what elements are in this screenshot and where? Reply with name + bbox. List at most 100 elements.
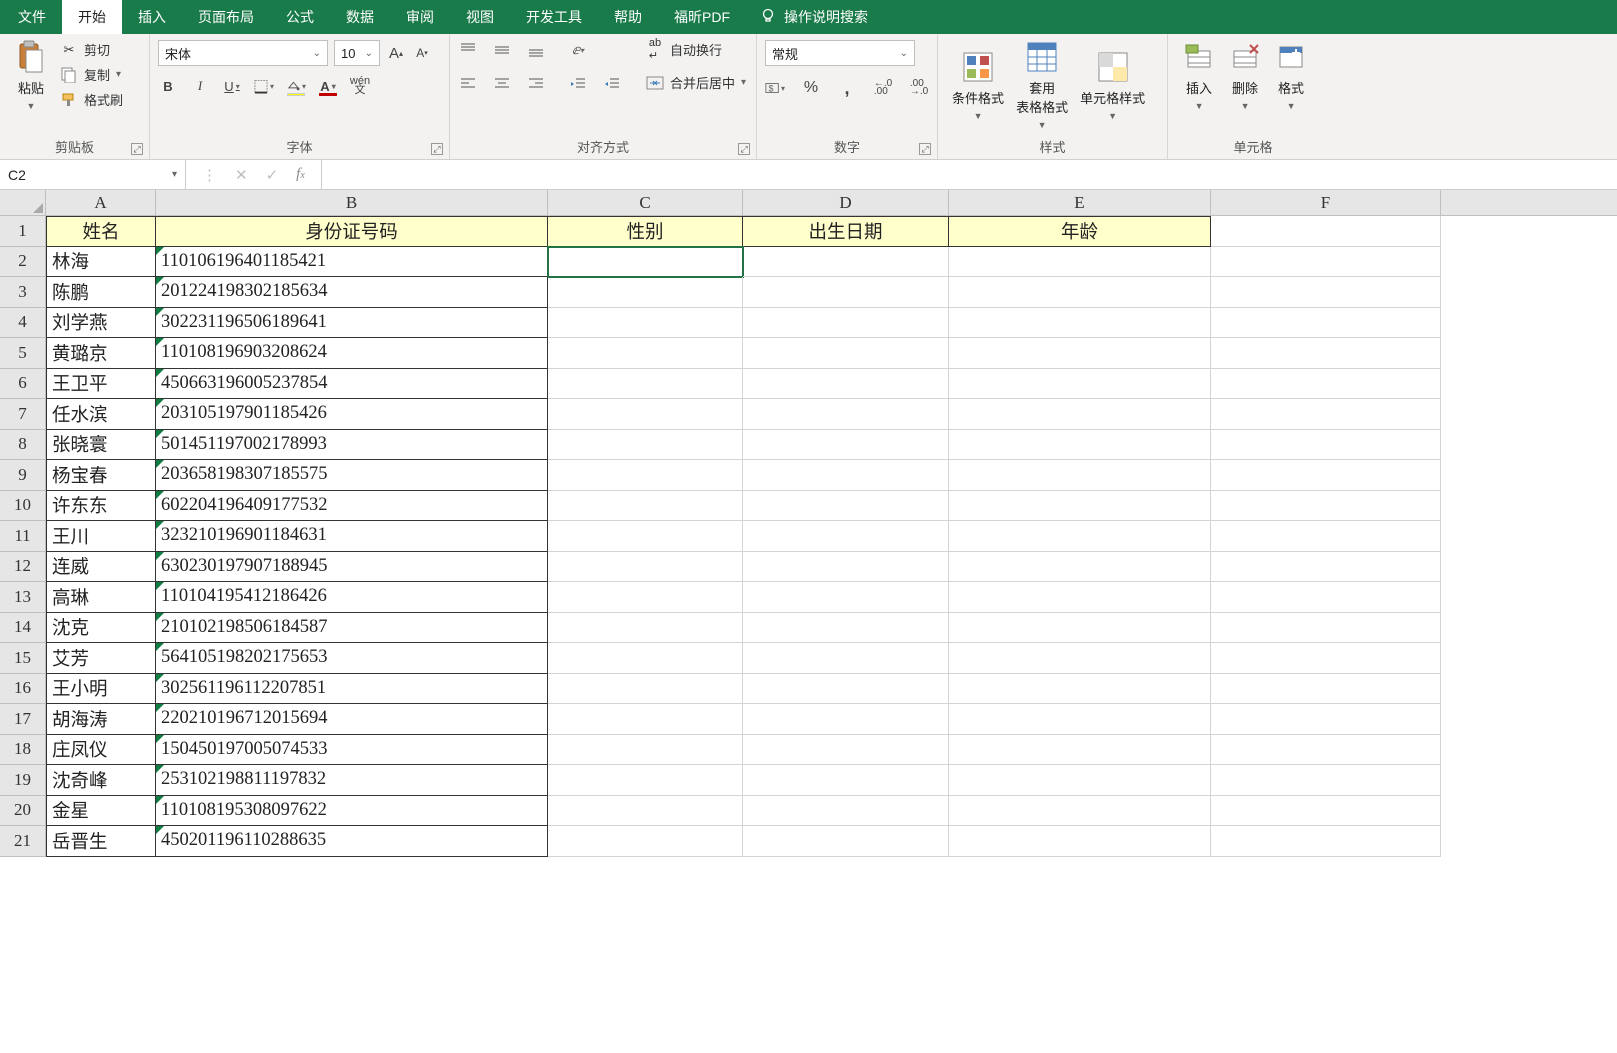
align-top-button[interactable]: [458, 40, 478, 60]
dialog-launcher-icon[interactable]: ⤢: [131, 143, 143, 155]
orientation-button[interactable]: ⅇ▾: [568, 40, 588, 60]
cell[interactable]: 张晓寰: [46, 430, 156, 461]
row-header[interactable]: 12: [0, 552, 46, 583]
cell[interactable]: [949, 674, 1211, 705]
cell[interactable]: 602204196409177532: [156, 491, 548, 522]
cell[interactable]: 岳晋生: [46, 826, 156, 857]
tab-home[interactable]: 开始: [62, 0, 122, 34]
cell[interactable]: [949, 491, 1211, 522]
column-header-b[interactable]: B: [156, 190, 548, 215]
conditional-formatting-button[interactable]: 条件格式 ▼: [946, 40, 1010, 130]
cell[interactable]: [1211, 796, 1441, 827]
cell[interactable]: 253102198811197832: [156, 765, 548, 796]
cell[interactable]: 450663196005237854: [156, 369, 548, 400]
cell[interactable]: 450201196110288635: [156, 826, 548, 857]
font-color-button[interactable]: A▾: [318, 76, 338, 96]
cell[interactable]: [1211, 735, 1441, 766]
cell[interactable]: [1211, 491, 1441, 522]
cell[interactable]: [548, 430, 743, 461]
row-header[interactable]: 9: [0, 460, 46, 491]
cell[interactable]: [743, 765, 949, 796]
row-header[interactable]: 6: [0, 369, 46, 400]
cell[interactable]: 203658198307185575: [156, 460, 548, 491]
cell[interactable]: [743, 552, 949, 583]
merge-center-button[interactable]: 合并后居中 ▾: [644, 73, 748, 92]
cell[interactable]: [548, 643, 743, 674]
increase-font-button[interactable]: A▴: [386, 43, 406, 63]
cell[interactable]: [548, 796, 743, 827]
column-header-c[interactable]: C: [548, 190, 743, 215]
align-center-button[interactable]: [492, 74, 512, 94]
cell[interactable]: [743, 674, 949, 705]
cell[interactable]: [949, 826, 1211, 857]
cell[interactable]: 王卫平: [46, 369, 156, 400]
cell[interactable]: [743, 247, 949, 278]
cell[interactable]: [1211, 552, 1441, 583]
italic-button[interactable]: I: [190, 76, 210, 96]
cell[interactable]: [949, 582, 1211, 613]
row-header[interactable]: 7: [0, 399, 46, 430]
cell[interactable]: [743, 399, 949, 430]
tab-data[interactable]: 数据: [330, 0, 390, 34]
cell[interactable]: [1211, 369, 1441, 400]
cell[interactable]: [949, 643, 1211, 674]
cell[interactable]: [743, 491, 949, 522]
row-header[interactable]: 8: [0, 430, 46, 461]
row-header[interactable]: 10: [0, 491, 46, 522]
cell[interactable]: 杨宝春: [46, 460, 156, 491]
cell[interactable]: [743, 643, 949, 674]
cell[interactable]: [949, 308, 1211, 339]
cell[interactable]: [949, 735, 1211, 766]
cell[interactable]: [548, 247, 743, 278]
cell[interactable]: [1211, 765, 1441, 796]
cell[interactable]: 任水滨: [46, 399, 156, 430]
cell[interactable]: 110104195412186426: [156, 582, 548, 613]
cell[interactable]: 210102198506184587: [156, 613, 548, 644]
cell[interactable]: [548, 826, 743, 857]
cell[interactable]: [743, 613, 949, 644]
tab-developer[interactable]: 开发工具: [510, 0, 598, 34]
accounting-format-button[interactable]: $▾: [765, 78, 785, 98]
cell[interactable]: [548, 399, 743, 430]
dialog-launcher-icon[interactable]: ⤢: [738, 143, 750, 155]
row-header[interactable]: 13: [0, 582, 46, 613]
cell[interactable]: 203105197901185426: [156, 399, 548, 430]
dialog-launcher-icon[interactable]: ⤢: [919, 143, 931, 155]
bold-button[interactable]: B: [158, 76, 178, 96]
format-painter-button[interactable]: 格式刷: [58, 90, 125, 109]
fill-color-button[interactable]: ▾: [286, 76, 306, 96]
align-middle-button[interactable]: [492, 40, 512, 60]
cell[interactable]: 110108196903208624: [156, 338, 548, 369]
format-as-table-button[interactable]: 套用 表格格式 ▼: [1010, 40, 1074, 130]
cell[interactable]: 林海: [46, 247, 156, 278]
tab-foxit-pdf[interactable]: 福昕PDF: [658, 0, 746, 34]
cell[interactable]: [548, 460, 743, 491]
row-header[interactable]: 14: [0, 613, 46, 644]
cell[interactable]: 年龄: [949, 216, 1211, 247]
cell[interactable]: [548, 338, 743, 369]
cell[interactable]: 302231196506189641: [156, 308, 548, 339]
tab-pagelayout[interactable]: 页面布局: [182, 0, 270, 34]
cell[interactable]: 性别: [548, 216, 743, 247]
cell[interactable]: [1211, 613, 1441, 644]
cell[interactable]: [743, 796, 949, 827]
cell[interactable]: [743, 582, 949, 613]
row-header[interactable]: 20: [0, 796, 46, 827]
cell[interactable]: [1211, 582, 1441, 613]
formula-input[interactable]: [321, 160, 1617, 190]
font-size-select[interactable]: 10 ⌄: [334, 40, 380, 66]
cell[interactable]: [1211, 247, 1441, 278]
cell[interactable]: 110108195308097622: [156, 796, 548, 827]
dialog-launcher-icon[interactable]: ⤢: [431, 143, 443, 155]
cell[interactable]: [1211, 826, 1441, 857]
cell[interactable]: [548, 704, 743, 735]
fx-icon[interactable]: fx: [296, 166, 305, 183]
cell[interactable]: [949, 247, 1211, 278]
cell[interactable]: [1211, 704, 1441, 735]
row-header[interactable]: 18: [0, 735, 46, 766]
paste-button[interactable]: 粘贴 ▼: [8, 40, 54, 111]
cell[interactable]: 胡海涛: [46, 704, 156, 735]
cancel-formula-button[interactable]: ✕: [235, 166, 248, 184]
column-header-a[interactable]: A: [46, 190, 156, 215]
percent-button[interactable]: %: [801, 78, 821, 98]
